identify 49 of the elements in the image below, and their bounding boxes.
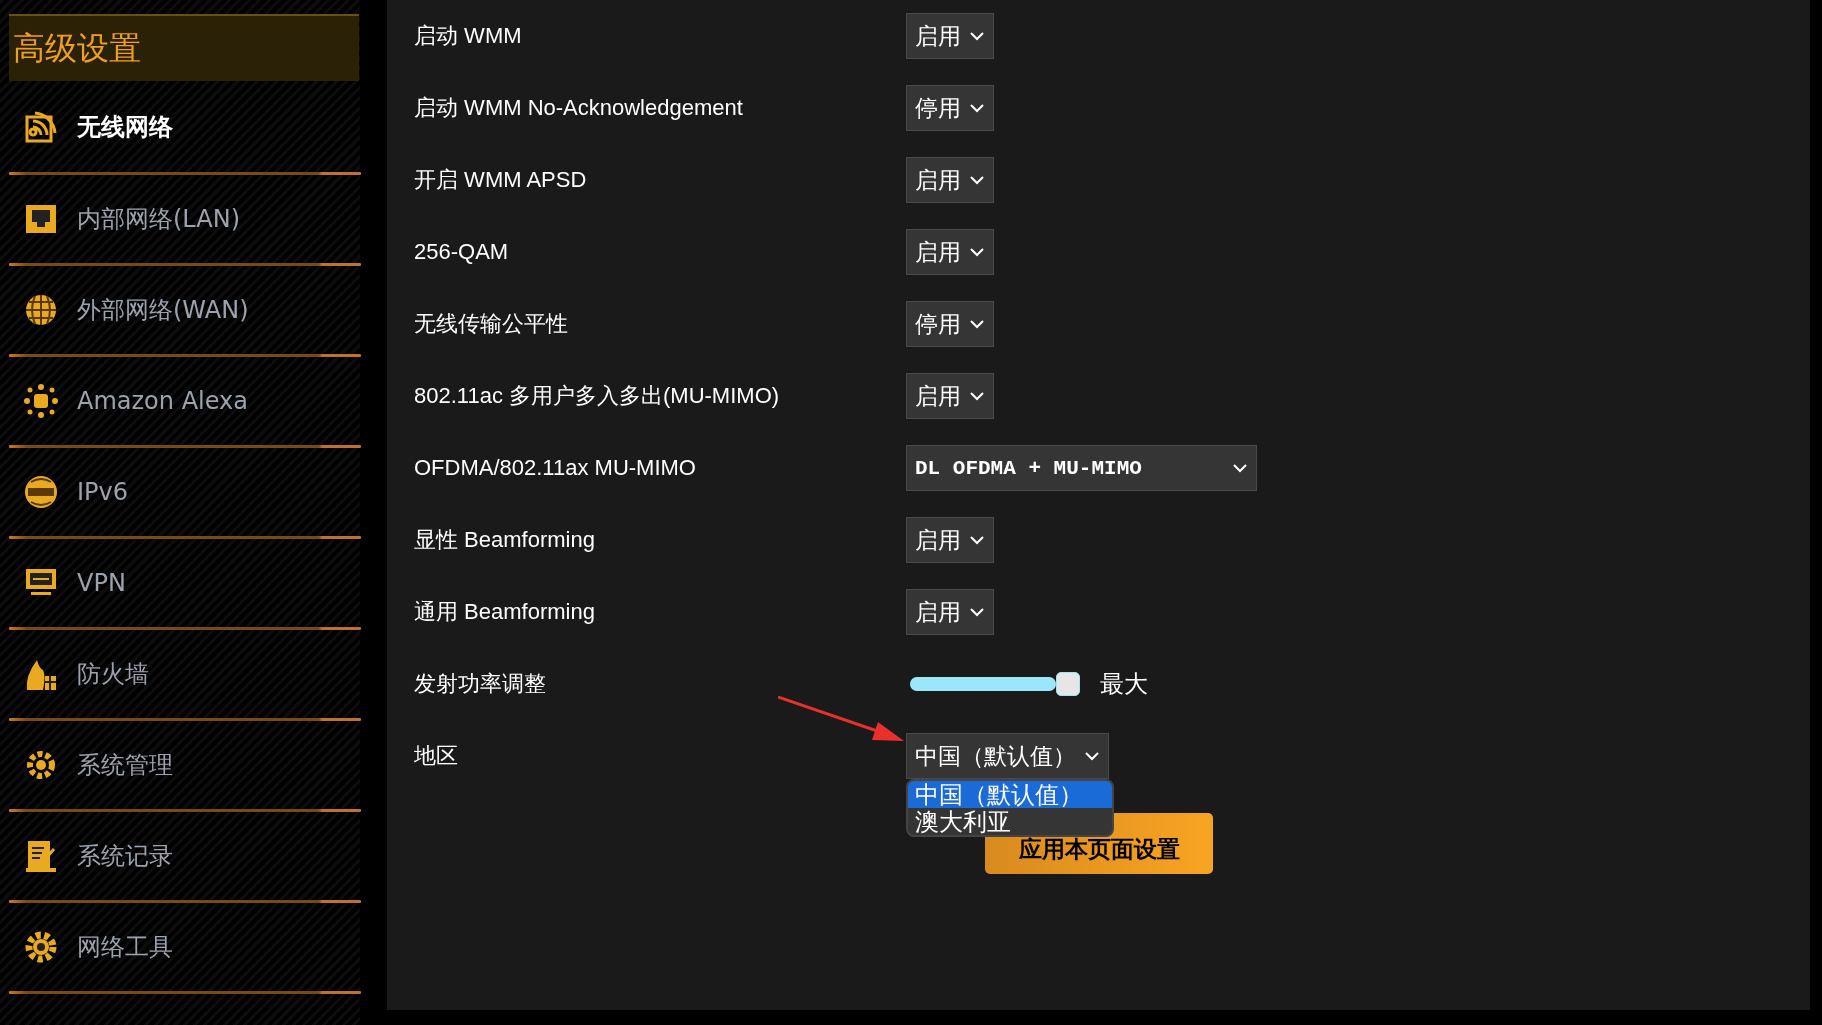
chevron-down-icon	[969, 535, 985, 545]
chevron-down-icon	[969, 607, 985, 617]
sidebar-item[interactable]: Amazon Alexa	[9, 357, 359, 445]
setting-label: 启动 WMM	[413, 22, 523, 50]
sidebar-item[interactable]: VPN	[9, 539, 359, 627]
setting-label: 802.11ac 多用户多入多出(MU-MIMO)	[413, 382, 781, 410]
dropdown[interactable]: 启用	[906, 13, 994, 59]
chevron-down-icon	[969, 319, 985, 329]
sidebar-item[interactable]: 内部网络(LAN)	[9, 175, 359, 263]
dropdown[interactable]: 启用	[906, 373, 994, 419]
setting-label: 无线传输公平性	[413, 310, 569, 338]
sidebar-item[interactable]: 外部网络(WAN)	[9, 266, 359, 354]
dropdown[interactable]: 中国（默认值）	[906, 733, 1109, 779]
dropdown[interactable]: 启用	[906, 229, 994, 275]
setting-label: 发射功率调整	[413, 670, 547, 698]
setting-label: 通用 Beamforming	[413, 598, 596, 626]
chevron-down-icon	[969, 31, 985, 41]
dropdown[interactable]: 启用	[906, 157, 994, 203]
sidebar-item[interactable]: 系统记录	[9, 812, 359, 900]
setting-label: 显性 Beamforming	[413, 526, 596, 554]
notepad-icon	[23, 838, 59, 874]
dropdown[interactable]: 启用	[906, 517, 994, 563]
sidebar-item[interactable]: 无线网络	[9, 81, 359, 172]
sidebar-item[interactable]: 网络工具	[9, 903, 359, 991]
slider-value: 最大	[1100, 669, 1148, 699]
dropdown[interactable]: 停用	[906, 85, 994, 131]
slider[interactable]	[910, 672, 1080, 696]
dropdown-option[interactable]: 中国（默认值）	[908, 781, 1112, 808]
chevron-down-icon	[969, 103, 985, 113]
setting-label: 256-QAM	[413, 239, 510, 265]
chevron-down-icon	[969, 175, 985, 185]
chevron-down-icon	[969, 391, 985, 401]
setting-label: 开启 WMM APSD	[413, 166, 588, 194]
slider-thumb[interactable]	[1056, 672, 1080, 696]
dropdown[interactable]: 停用	[906, 301, 994, 347]
setting-label: 启动 WMM No-Acknowledgement	[413, 94, 744, 122]
chevron-down-icon	[1084, 751, 1100, 761]
sidebar-item[interactable]: 防火墙	[9, 630, 359, 718]
sidebar-item[interactable]: IPv6	[9, 448, 359, 536]
dropdown[interactable]: DL OFDMA + MU-MIMO	[906, 445, 1257, 491]
chevron-down-icon	[969, 247, 985, 257]
gear-icon	[23, 929, 59, 965]
setting-label: 地区	[413, 742, 459, 770]
dropdown[interactable]: 启用	[906, 589, 994, 635]
setting-label: OFDMA/802.11ax MU-MIMO	[413, 455, 697, 481]
sidebar-title: 高级设置	[9, 14, 359, 81]
network-hub-icon	[23, 383, 59, 419]
sidebar-item[interactable]: 系统管理	[9, 721, 359, 809]
chevron-down-icon	[1232, 463, 1248, 473]
